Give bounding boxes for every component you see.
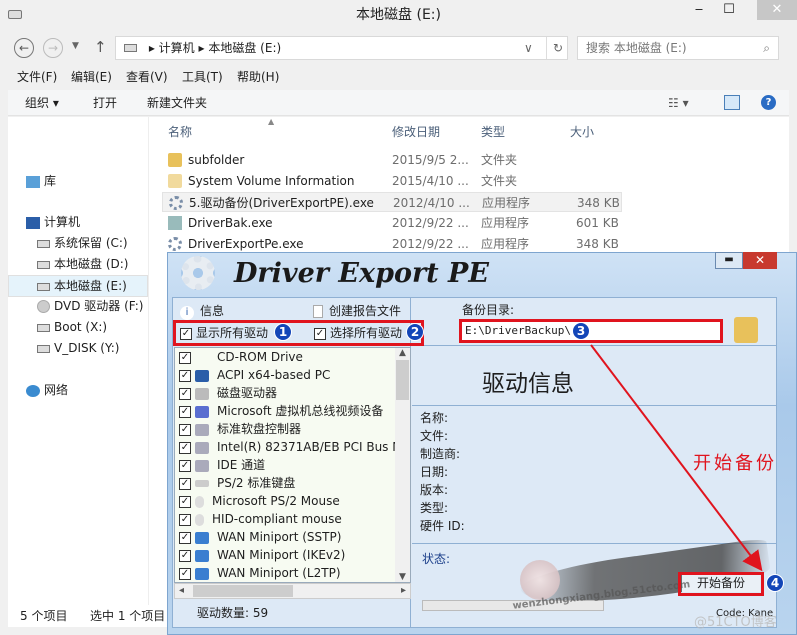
annotation-box-checkboxes (173, 320, 424, 346)
annotation-number-2: 2 (406, 323, 424, 341)
annotation-box-start (678, 572, 764, 596)
annotation-label: 开始备份 (693, 453, 777, 474)
annotation-number-4: 4 (766, 574, 784, 592)
annotation-number-3: 3 (572, 322, 590, 340)
annotation-box-backup-dir (459, 319, 723, 343)
annotation-arrow (590, 344, 763, 572)
annotation-number-1: 1 (274, 323, 292, 341)
site-watermark: @51CTO博客 (694, 615, 777, 630)
